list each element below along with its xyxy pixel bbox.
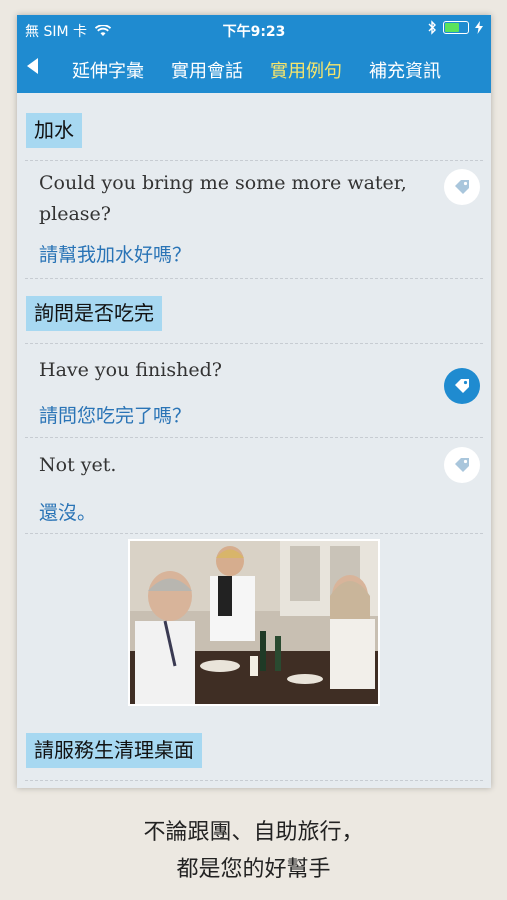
tab-vocabulary[interactable]: 延伸字彙 (72, 57, 144, 83)
chinese-translation: 還沒。 (39, 502, 97, 524)
english-sentence: Not yet. (39, 454, 117, 476)
chinese-translation: 請幫我加水好嗎？ (39, 244, 192, 266)
restaurant-photo (128, 539, 380, 706)
bookmark-tag-icon[interactable] (444, 447, 480, 483)
system-icons (428, 20, 483, 35)
bluetooth-icon (428, 20, 436, 35)
promo-caption-line-2: 都是您的好幫手 (176, 857, 331, 882)
divider (25, 160, 483, 161)
section-heading: 加水 (26, 113, 82, 148)
divider (25, 437, 483, 438)
divider (25, 278, 483, 279)
clock: 下午9:23 (222, 24, 286, 40)
battery-icon (443, 21, 469, 34)
bookmark-tag-icon[interactable] (444, 169, 480, 205)
phone-screen: 無 SIM 卡 下午9:23 延伸字彙 實用會話 實用例句 補充資訊 加水 Co… (17, 15, 491, 788)
english-sentence: Could you bring me some more water, plea… (39, 172, 407, 225)
bookmark-tag-icon[interactable] (444, 368, 480, 404)
divider (25, 780, 483, 781)
tab-example-sentences[interactable]: 實用例句 (270, 57, 342, 83)
english-sentence: Have you finished? (39, 359, 222, 381)
chinese-translation: 請問您吃完了嗎？ (39, 405, 192, 427)
tab-supplementary-info[interactable]: 補充資訊 (369, 57, 441, 83)
divider (25, 343, 483, 344)
sentence-list: 加水 Could you bring me some more water, p… (17, 93, 491, 788)
tab-conversation[interactable]: 實用會話 (171, 57, 243, 83)
back-arrow-icon[interactable] (27, 58, 38, 74)
section-heading: 請服務生清理桌面 (26, 733, 202, 768)
divider (25, 533, 483, 534)
charging-icon (475, 21, 483, 34)
promo-caption-line-1: 不論跟團、自助旅行， (143, 820, 364, 845)
section-heading: 詢問是否吃完 (26, 296, 162, 331)
nav-bar: 延伸字彙 實用會話 實用例句 補充資訊 (17, 43, 491, 93)
status-bar: 無 SIM 卡 下午9:23 (17, 15, 491, 43)
